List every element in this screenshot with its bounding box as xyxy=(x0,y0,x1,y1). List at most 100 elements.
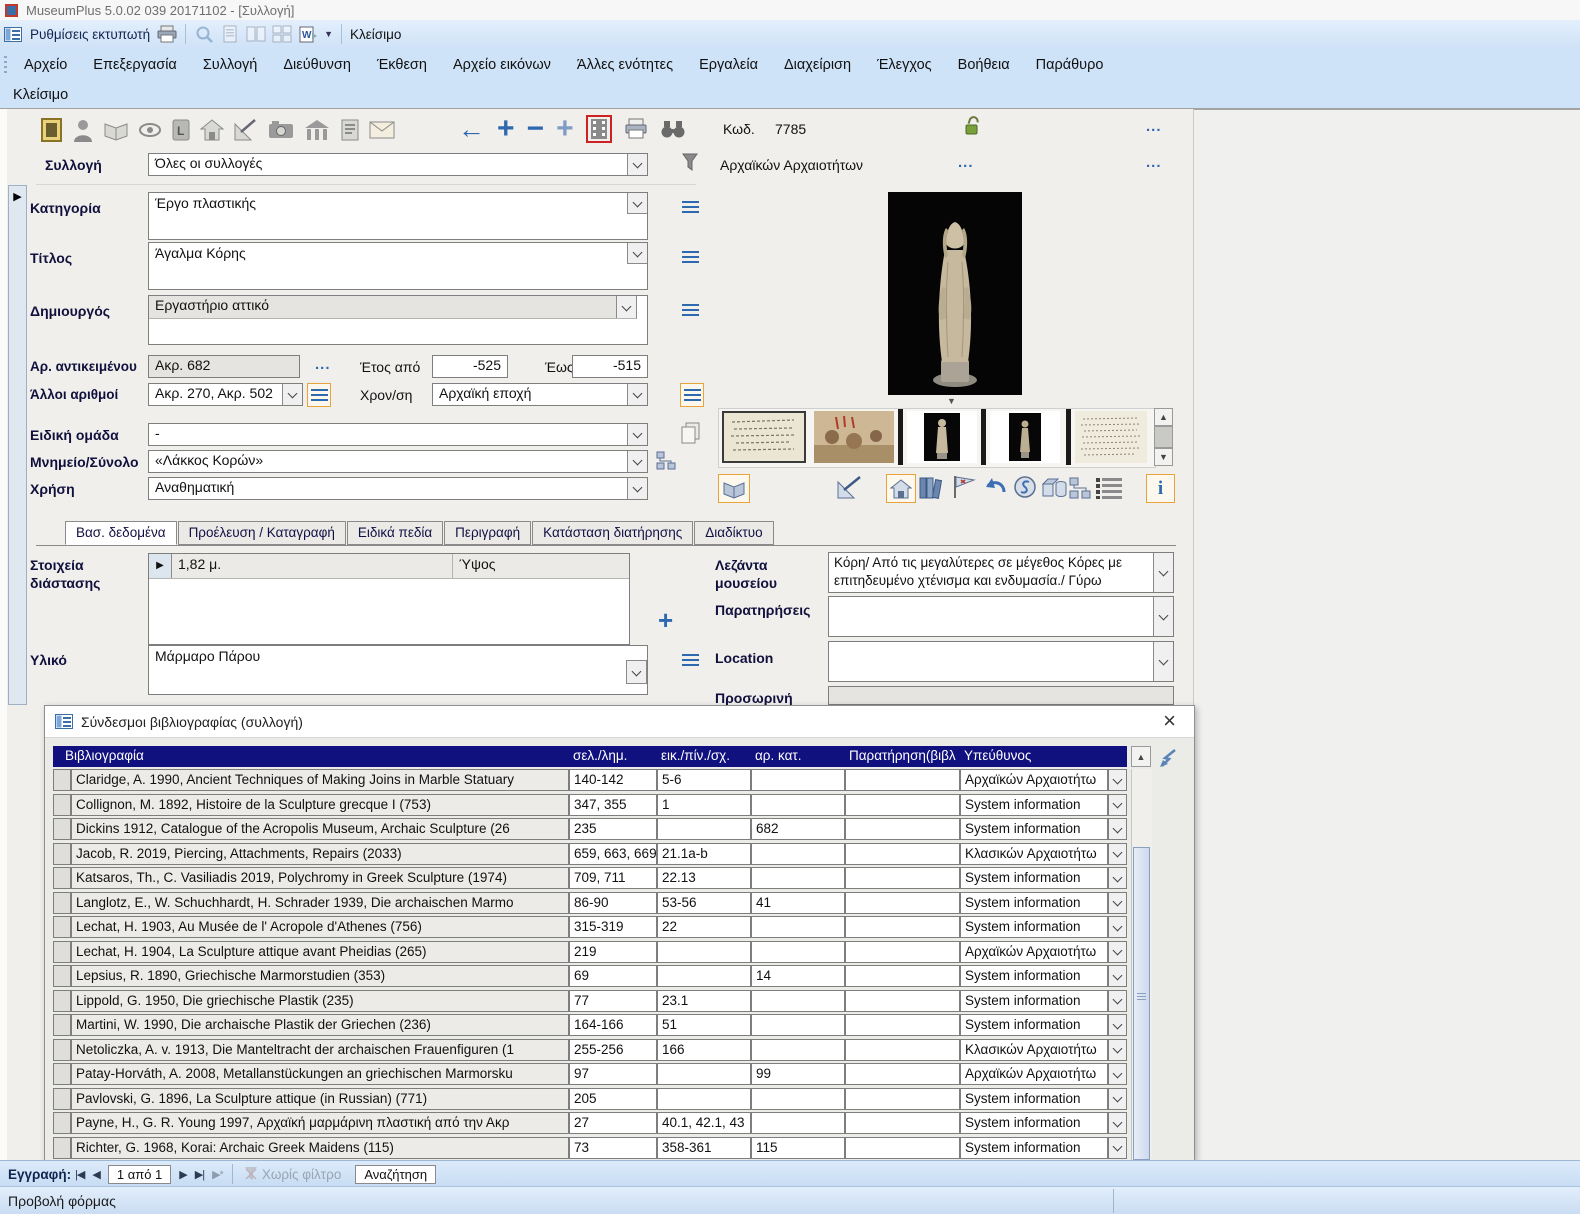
figures-cell[interactable] xyxy=(657,1088,751,1110)
nav-new-icon[interactable]: ▶* xyxy=(212,1168,223,1181)
responsible-combo-icon[interactable] xyxy=(1108,867,1127,889)
pages-cell[interactable]: 69 xyxy=(569,965,657,987)
chevron-down-icon[interactable] xyxy=(627,154,647,175)
col-responsible[interactable]: Υπεύθυνος xyxy=(964,748,1031,763)
catalog-cell[interactable] xyxy=(751,794,845,816)
chevron-down-icon[interactable] xyxy=(627,478,647,499)
tab-1[interactable]: Προέλευση / Καταγραφή xyxy=(178,521,346,545)
title-combo[interactable]: Άγαλμα Κόρης xyxy=(148,242,648,290)
row-selector[interactable] xyxy=(53,1088,71,1110)
nav-last-icon[interactable]: ▶| xyxy=(195,1168,204,1181)
responsible-combo-icon[interactable] xyxy=(1108,1088,1127,1110)
note-cell[interactable] xyxy=(845,941,960,963)
menu-item-7[interactable]: Εργαλεία xyxy=(686,54,771,76)
tab-4[interactable]: Κατάσταση διατήρησης xyxy=(532,521,693,545)
menu-item-3[interactable]: Διεύθυνση xyxy=(270,54,364,76)
responsible-combo-icon[interactable] xyxy=(1108,1039,1127,1061)
collection-combo[interactable]: Όλες οι συλλογές xyxy=(148,153,648,176)
figures-cell[interactable] xyxy=(657,818,751,840)
responsible-cell[interactable]: Αρχαϊκών Αρχαιοτήτω xyxy=(960,1063,1108,1085)
bib-cell[interactable]: Collignon, M. 1892, Histoire de la Sculp… xyxy=(71,794,569,816)
figures-cell[interactable]: 51 xyxy=(657,1014,751,1036)
nav-first-icon[interactable]: |◀ xyxy=(75,1168,84,1181)
note-cell[interactable] xyxy=(845,965,960,987)
menu-item-11[interactable]: Παράθυρο xyxy=(1023,54,1117,76)
open-book-icon[interactable] xyxy=(103,118,129,142)
main-object-image[interactable] xyxy=(888,192,1022,395)
block-icon[interactable]: L xyxy=(171,118,191,142)
bib-cell[interactable]: Martini, W. 1990, Die archaische Plastik… xyxy=(71,1014,569,1036)
bib-cell[interactable]: Pavlovski, G. 1896, La Sculpture attique… xyxy=(71,1088,569,1110)
thumbnail-painting[interactable] xyxy=(814,411,894,463)
record-position-field[interactable]: 1 από 1 xyxy=(108,1165,171,1184)
catalog-cell[interactable] xyxy=(751,941,845,963)
catalog-cell[interactable] xyxy=(751,1014,845,1036)
other-numbers-menu-icon[interactable] xyxy=(307,383,331,407)
thumbnail-manuscript-1[interactable] xyxy=(722,411,806,463)
creator-menu-icon[interactable] xyxy=(682,301,699,319)
zoom-icon[interactable] xyxy=(193,24,215,44)
year-to-field[interactable]: -515 xyxy=(572,355,648,378)
creator-combo[interactable]: Εργαστήριο αττικό xyxy=(148,295,648,345)
row-selector[interactable] xyxy=(53,892,71,914)
eye-icon[interactable] xyxy=(138,119,162,141)
objects-icon[interactable] xyxy=(1040,474,1068,500)
responsible-cell[interactable]: System information xyxy=(960,916,1108,938)
note-cell[interactable] xyxy=(845,1137,960,1159)
chevron-down-icon[interactable] xyxy=(627,424,647,445)
tab-3[interactable]: Περιγραφή xyxy=(444,521,531,545)
menu-item-close[interactable]: Κλείσιμο xyxy=(0,84,81,106)
filmstrip-icon[interactable] xyxy=(586,115,612,143)
catalog-cell[interactable] xyxy=(751,1112,845,1134)
title-menu-icon[interactable] xyxy=(682,248,699,266)
bib-cell[interactable]: Richter, G. 1968, Korai: Archaic Greek M… xyxy=(71,1137,569,1159)
col-figures[interactable]: εικ./πίν./σχ. xyxy=(661,748,730,763)
chevron-down-icon[interactable] xyxy=(282,384,302,405)
monument-combo[interactable]: «Λάκκος Κορών» xyxy=(148,450,648,473)
remarks-field[interactable] xyxy=(828,596,1174,637)
chevron-down-icon[interactable] xyxy=(627,243,647,264)
responsible-combo-icon[interactable] xyxy=(1108,818,1127,840)
thumb-scroll-up-icon[interactable]: ▲ xyxy=(1154,408,1173,426)
table-scrollbar-thumb[interactable] xyxy=(1133,847,1150,1160)
person-icon[interactable] xyxy=(72,117,94,143)
menu-item-9[interactable]: Έλεγχος xyxy=(864,54,945,76)
bib-cell[interactable]: Lepsius, R. 1890, Griechische Marmorstud… xyxy=(71,965,569,987)
owner-more-button-2[interactable]: ... xyxy=(1146,154,1162,171)
category-combo[interactable]: Έργο πλαστικής xyxy=(148,192,648,240)
table-scrollbar-track[interactable] xyxy=(1131,769,1152,1161)
responsible-combo-icon[interactable] xyxy=(1108,965,1127,987)
note-cell[interactable] xyxy=(845,1039,960,1061)
bib-cell[interactable]: Dickins 1912, Catalogue of the Acropolis… xyxy=(71,818,569,840)
chronology-menu-icon[interactable] xyxy=(680,383,704,407)
usage-combo[interactable]: Αναθηματική xyxy=(148,477,648,500)
flag-icon[interactable] xyxy=(950,474,976,500)
pages-cell[interactable]: 77 xyxy=(569,990,657,1012)
record-more-button[interactable]: ... xyxy=(1146,118,1162,135)
note-cell[interactable] xyxy=(845,843,960,865)
one-page-icon[interactable] xyxy=(219,24,241,44)
responsible-combo-icon[interactable] xyxy=(1108,1137,1127,1159)
note-cell[interactable] xyxy=(845,769,960,791)
menu-item-6[interactable]: Άλλες ενότητες xyxy=(564,54,686,76)
chevron-down-icon[interactable] xyxy=(616,296,636,318)
figures-cell[interactable]: 358-361 xyxy=(657,1137,751,1159)
responsible-cell[interactable]: System information xyxy=(960,1137,1108,1159)
camera-icon[interactable] xyxy=(268,119,294,141)
print-icon[interactable] xyxy=(156,24,178,44)
responsible-combo-icon[interactable] xyxy=(1108,769,1127,791)
search-field[interactable]: Αναζήτηση xyxy=(355,1165,436,1184)
lightning-icon[interactable] xyxy=(1159,748,1179,768)
row-selector[interactable] xyxy=(53,1137,71,1159)
col-bibliography[interactable]: Βιβλιογραφία xyxy=(65,748,144,763)
catalog-cell[interactable] xyxy=(751,769,845,791)
document-icon[interactable] xyxy=(340,118,360,142)
figures-cell[interactable]: 5-6 xyxy=(657,769,751,791)
dialog-title-bar[interactable]: Σύνδεσμοι βιβλιογραφίας (συλλογή) × xyxy=(45,706,1194,738)
catalog-cell[interactable] xyxy=(751,1088,845,1110)
row-selector[interactable] xyxy=(53,769,71,791)
catalog-cell[interactable] xyxy=(751,990,845,1012)
bib-cell[interactable]: Lechat, H. 1903, Au Musée de l' Acropole… xyxy=(71,916,569,938)
bib-cell[interactable]: Netoliczka, A. v. 1913, Die Manteltracht… xyxy=(71,1039,569,1061)
row-selector[interactable] xyxy=(53,1112,71,1134)
